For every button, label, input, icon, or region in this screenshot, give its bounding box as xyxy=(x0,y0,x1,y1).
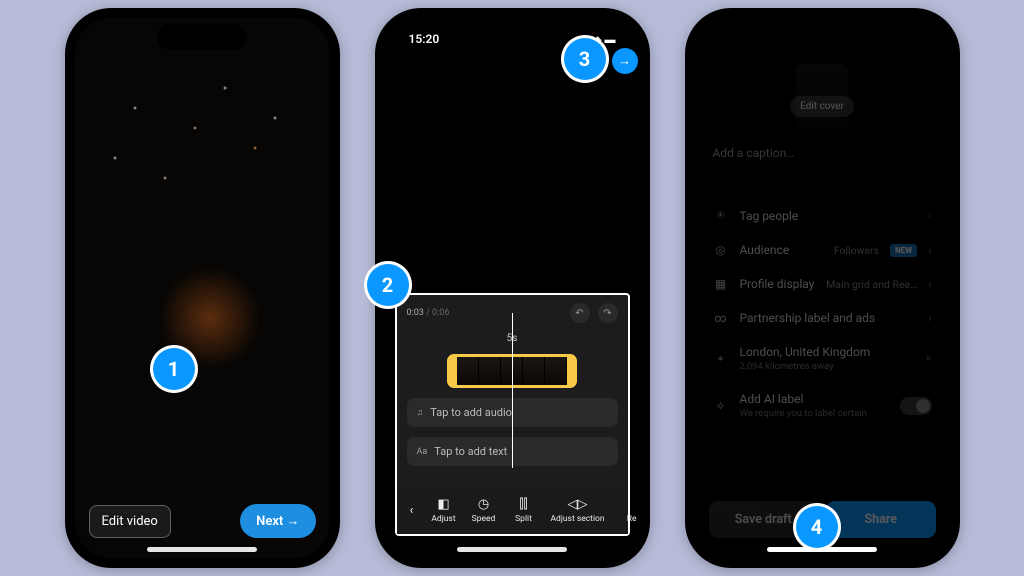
adjust-icon: ◧ xyxy=(437,497,449,512)
share-button[interactable]: Share xyxy=(826,501,936,538)
chevron-right-icon: › xyxy=(928,278,931,291)
toolbar-prev[interactable]: ‹ xyxy=(401,499,423,522)
home-indicator xyxy=(767,547,877,552)
adjust-section-icon: ◁▷ xyxy=(568,497,588,512)
editor-toolbar: ‹ ◧Adjust ◷Speed ⫿⫿Split ◁▷Adjust sectio… xyxy=(397,486,628,534)
text-icon: Aa xyxy=(417,447,428,457)
split-icon: ⫿⫿ xyxy=(519,497,527,512)
sparkle-icon: ⟡ xyxy=(713,398,729,413)
option-location[interactable]: ⌖ London, United Kingdom 2,094 kilometre… xyxy=(695,335,950,382)
home-indicator xyxy=(457,547,567,552)
chevron-right-icon: › xyxy=(928,209,931,222)
home-indicator xyxy=(147,547,257,552)
edit-video-button[interactable]: Edit video xyxy=(89,505,171,538)
step-badge-2: 2 xyxy=(367,264,409,306)
ai-label-toggle[interactable] xyxy=(900,397,932,415)
forward-button[interactable]: → xyxy=(612,48,638,74)
post-options: ⍟ Tag people › ◎ Audience Followers NEW … xyxy=(695,198,950,429)
status-time: 15:20 xyxy=(409,32,440,46)
step-badge-3: 3 xyxy=(564,38,606,80)
option-profile-display[interactable]: ▦ Profile display Main grid and Ree… › xyxy=(695,267,950,301)
status-bar: 15:20 xyxy=(385,32,640,46)
undo-button[interactable]: ↶ xyxy=(570,303,590,323)
phone-step-1: Edit video Next → 1 xyxy=(65,8,340,568)
video-preview xyxy=(75,18,330,558)
phone-step-2-3: 15:20 0:03 / 0:06 ↶ ↷ 5s ♫ xyxy=(375,8,650,568)
location-icon: ⌖ xyxy=(713,351,729,366)
chevron-right-icon: › xyxy=(928,244,931,257)
tool-adjust[interactable]: ◧Adjust xyxy=(425,493,463,528)
tool-split[interactable]: ⫿⫿Split xyxy=(505,493,543,528)
battery-icon xyxy=(605,32,616,46)
grid-icon: ▦ xyxy=(713,277,729,291)
option-partnership[interactable]: ∞ Partnership label and ads › xyxy=(695,301,950,335)
edit-cover-button[interactable]: Edit cover xyxy=(790,96,854,117)
music-icon: ♫ xyxy=(417,407,424,418)
step-badge-4: 4 xyxy=(796,506,838,548)
option-tag-people[interactable]: ⍟ Tag people › xyxy=(695,198,950,233)
option-audience[interactable]: ◎ Audience Followers NEW › xyxy=(695,233,950,267)
speed-icon: ◷ xyxy=(478,497,489,512)
timecode: 0:03 / 0:06 xyxy=(407,308,450,318)
tool-adjust-section[interactable]: ◁▷Adjust section xyxy=(545,493,611,528)
phone-step-4: Edit cover Add a caption… ⍟ Tag people ›… xyxy=(685,8,960,568)
option-ai-label[interactable]: ⟡ Add AI label We require you to label c… xyxy=(695,382,950,429)
chevron-right-icon: › xyxy=(928,312,931,325)
playhead[interactable] xyxy=(512,313,513,468)
next-button[interactable]: Next → xyxy=(240,504,315,538)
tool-more[interactable]: Re xyxy=(613,493,640,528)
person-icon: ⍟ xyxy=(713,208,729,223)
audience-icon: ◎ xyxy=(713,243,729,257)
close-icon[interactable]: × xyxy=(926,352,932,365)
handshake-icon: ∞ xyxy=(713,311,729,325)
caption-input[interactable]: Add a caption… xyxy=(713,146,795,160)
redo-button[interactable]: ↷ xyxy=(598,303,618,323)
step-badge-1: 1 xyxy=(153,348,195,390)
tool-speed[interactable]: ◷Speed xyxy=(465,493,503,528)
